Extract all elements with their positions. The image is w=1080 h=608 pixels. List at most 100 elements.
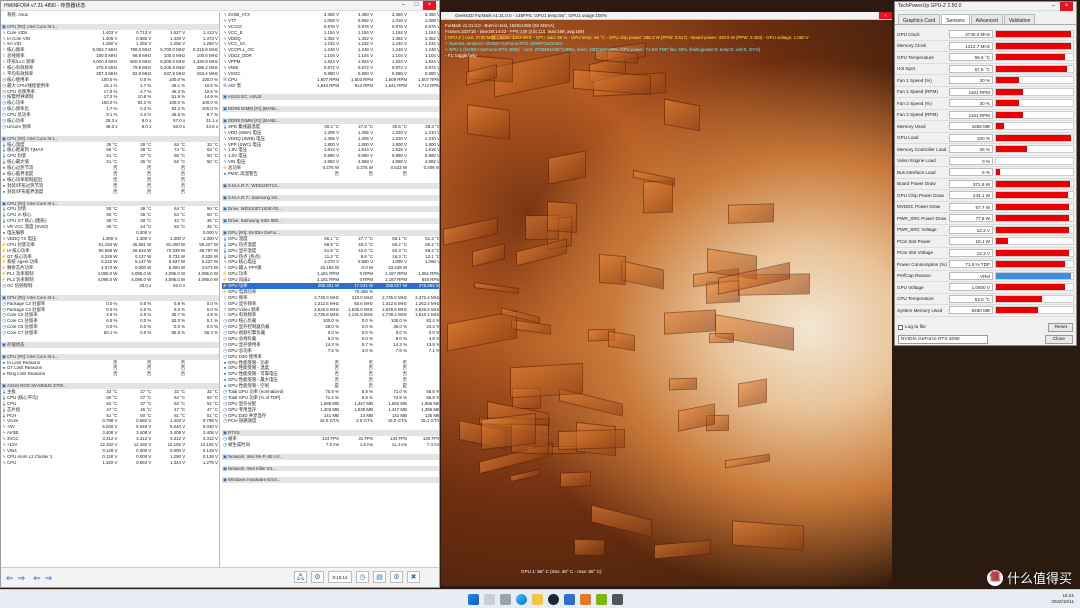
gpuz-sensor-row[interactable]: Video Engine Load 0 % [895,156,1076,167]
furmark-info-line: - F1: toggle help [445,53,477,58]
gpuz-sensor-row[interactable]: Fan 2 Speed (%) 30 % [895,98,1076,110]
gpuz-sensor-label: PWR_SRC Voltage [897,227,937,233]
hwinfo-task-icon[interactable] [564,594,575,605]
furmark-titlebar[interactable]: Geeks3D FurMark v1.31.0.0 - 148FPS, GPU1… [441,12,892,20]
clock[interactable]: 16:31 2022/10/11 [1051,593,1074,605]
fur-tile [516,238,567,267]
gpuz-sensor-label: Video Engine Load [897,158,936,164]
sensor-list-right[interactable]: ϟ 3VSB_ATX 3.360 V 3.360 V 3.360 V 3.360 Vϟ VT… [222,12,439,572]
gpuz-sensor-row[interactable]: Fan 1 Speed (RPM) 1181 RPM [895,87,1076,98]
fur-tile [473,282,519,295]
gpuz-sensor-row[interactable]: Fan 2 Speed (RPM) 1181 RPM [895,110,1076,121]
gpuz-sensor-row[interactable]: PWR_SRC Power Draw 77.8 W [895,213,1076,225]
app-task-icon[interactable] [612,594,623,605]
device-select[interactable]: NVIDIA GeForce RTX 4090 [898,335,988,344]
gpuz-sensor-row[interactable]: PCIe Slot Voltage 12.3 V [895,248,1076,259]
close-icon[interactable]: × [423,1,436,10]
gpuz-sensor-graph [995,214,1074,223]
gpuz-sensor-value: 5 % [949,168,993,177]
close-sensors-icon[interactable]: ✖ [407,571,420,583]
search-icon[interactable] [484,594,495,605]
gpuz-close-icon[interactable]: × [1060,2,1073,11]
watermark-text: 什么值得买 [1006,572,1072,587]
gpuz-minimize-icon[interactable]: – [1047,2,1060,11]
log-checkbox[interactable] [898,325,903,330]
sensor-value [340,477,374,483]
gpuz-sensor-row[interactable]: PWR_SRC Voltage 12.3 V [895,225,1076,236]
network-icon[interactable]: 🖧 [294,571,307,583]
start-icon[interactable] [468,594,479,605]
gpuz-sensor-row[interactable]: Hot Spot 67.5 °C [895,64,1076,75]
edge-icon[interactable] [516,594,527,605]
gpuz-sensor-graph [995,110,1074,119]
maximize-icon[interactable]: □ [410,1,423,10]
gpuz-sensor-value: 6480 MB [949,306,993,315]
explorer-icon[interactable] [532,594,543,605]
taskview-icon[interactable] [500,594,511,605]
gpuz-sensor-row[interactable]: Fan 1 Speed (%) 30 % [895,75,1076,87]
sensor-value [306,477,340,483]
gpuz-sensor-row[interactable]: GPU Temperature 56.5 °C [895,52,1076,64]
gpuz-sensor-row[interactable]: Power Consumption (%) 71.5 % TDP [895,259,1076,271]
furmark-title: Geeks3D FurMark v1.31.0.0 - 148FPS, GPU1… [455,13,607,18]
furmark-task-icon[interactable] [580,594,591,605]
gpuz-sensor-label: CPU Temperature [897,296,934,302]
tab-sensors[interactable]: Sensors [941,14,970,24]
gpuz-sensor-row[interactable]: PerfCap Reason VRel [895,271,1076,282]
minimize-icon[interactable]: – [397,1,410,10]
gpuz-sensor-label: Memory Controller Load [897,146,947,152]
tab-graphics-card[interactable]: Graphics Card [898,14,941,24]
reset-button[interactable]: Reset [1048,323,1073,332]
gpuz-sensor-label: PWR_SRC Power Draw [897,215,947,221]
gpuz-sensor-row[interactable]: GPU Clock 2730.0 MHz [895,29,1076,41]
fur-tile [653,539,711,559]
gpuz-sensor-graph [995,179,1074,188]
gpuz-sensor-row[interactable]: CPU Temperature 53.0 °C [895,294,1076,305]
sensor-row[interactable]: ϟ CPU 1.320 V 0.664 V 1.344 V 1.275 V [1,460,219,466]
sensor-list-left[interactable]: 系统: Asus ▣ CPU [#0]: Intel Core i9-1... ϟ Co… [1,12,220,572]
fur-tile [574,538,606,556]
gpuz-sensor-row[interactable]: Memory Clock 1312.7 MHz [895,41,1076,52]
gpuz-sensor-row[interactable]: MVDDC Power Draw 57.7 W [895,202,1076,213]
nav-left-2-icon[interactable]: ⇐ [33,573,41,584]
close-button[interactable]: Close [1044,335,1073,344]
nav-right-2-icon[interactable]: ⇒ [45,573,53,584]
steam-icon[interactable] [548,594,559,605]
gpuz-task-icon[interactable] [596,594,607,605]
log-label: Log to file [905,325,926,330]
sensor-group-header[interactable]: ▣ Windows Hardware Error... [222,477,439,484]
gpuz-sensor-label: GPU Clock [897,31,920,37]
fur-tile [727,203,774,224]
tab-validation[interactable]: Validation [1003,14,1036,24]
gpuz-sensor-row[interactable]: System Memory Used 6480 MB [895,305,1076,317]
settings-icon[interactable]: ⚙ [311,571,324,583]
gpuz-sensor-row[interactable]: Memory Used 1658 MB [895,121,1076,133]
fur-tile [731,520,804,552]
gpuz-sensor-value: 1.0500 V [949,283,993,292]
furmark-info-line: > GPU 1 (NVIDIA GeForce RTX 4090) - core… [445,47,760,52]
hwinfo-titlebar[interactable]: HWiNFO64 v7.31-4890 - 传感器状态 – □ × [1,1,439,11]
report-icon[interactable]: ▤ [373,571,386,583]
gear-icon[interactable]: ⚙ [390,571,403,583]
gpuz-sensor-row[interactable]: GPU Voltage 1.0500 V [895,282,1076,294]
fur-tile [599,254,627,286]
gpuz-sensor-value: VRel [949,271,993,280]
tab-advanced[interactable]: Advanced [970,14,1003,24]
gpuz-titlebar[interactable]: TechPowerUp GPU-Z 2.50.0 – × [895,2,1076,11]
furmark-close-icon[interactable]: × [879,12,892,19]
gpuz-sensor-value: 57.7 W [949,202,993,211]
gpuz-sensor-row[interactable]: Bus Interface Load 5 % [895,167,1076,179]
clock-icon[interactable]: ◷ [356,571,369,583]
gpuz-sensor-row[interactable]: GPU Load 100 % [895,133,1076,144]
nav-left-icon[interactable]: ⇐ [6,573,14,584]
gpuz-sensor-row[interactable]: GPU Chip Power Draw 244.1 W [895,190,1076,202]
sensor-label: Windows Hardware Error... [228,477,281,483]
gpuz-sensor-row[interactable]: Memory Controller Load 26 % [895,144,1076,156]
gpuz-sensor-row[interactable]: Board Power Draw 371.9 W [895,179,1076,190]
fur-tile [663,309,716,335]
gpuz-sensor-row[interactable]: PCIe Slot Power 10.1 W [895,236,1076,248]
nav-right-icon[interactable]: ⇒ [18,573,26,584]
gpuz-sensor-value: 56.5 °C [949,53,993,62]
gpuz-sensor-value: 244.1 W [949,191,993,200]
furmark-window[interactable]: Geeks3D FurMark v1.31.0.0 - 148FPS, GPU1… [441,12,892,586]
